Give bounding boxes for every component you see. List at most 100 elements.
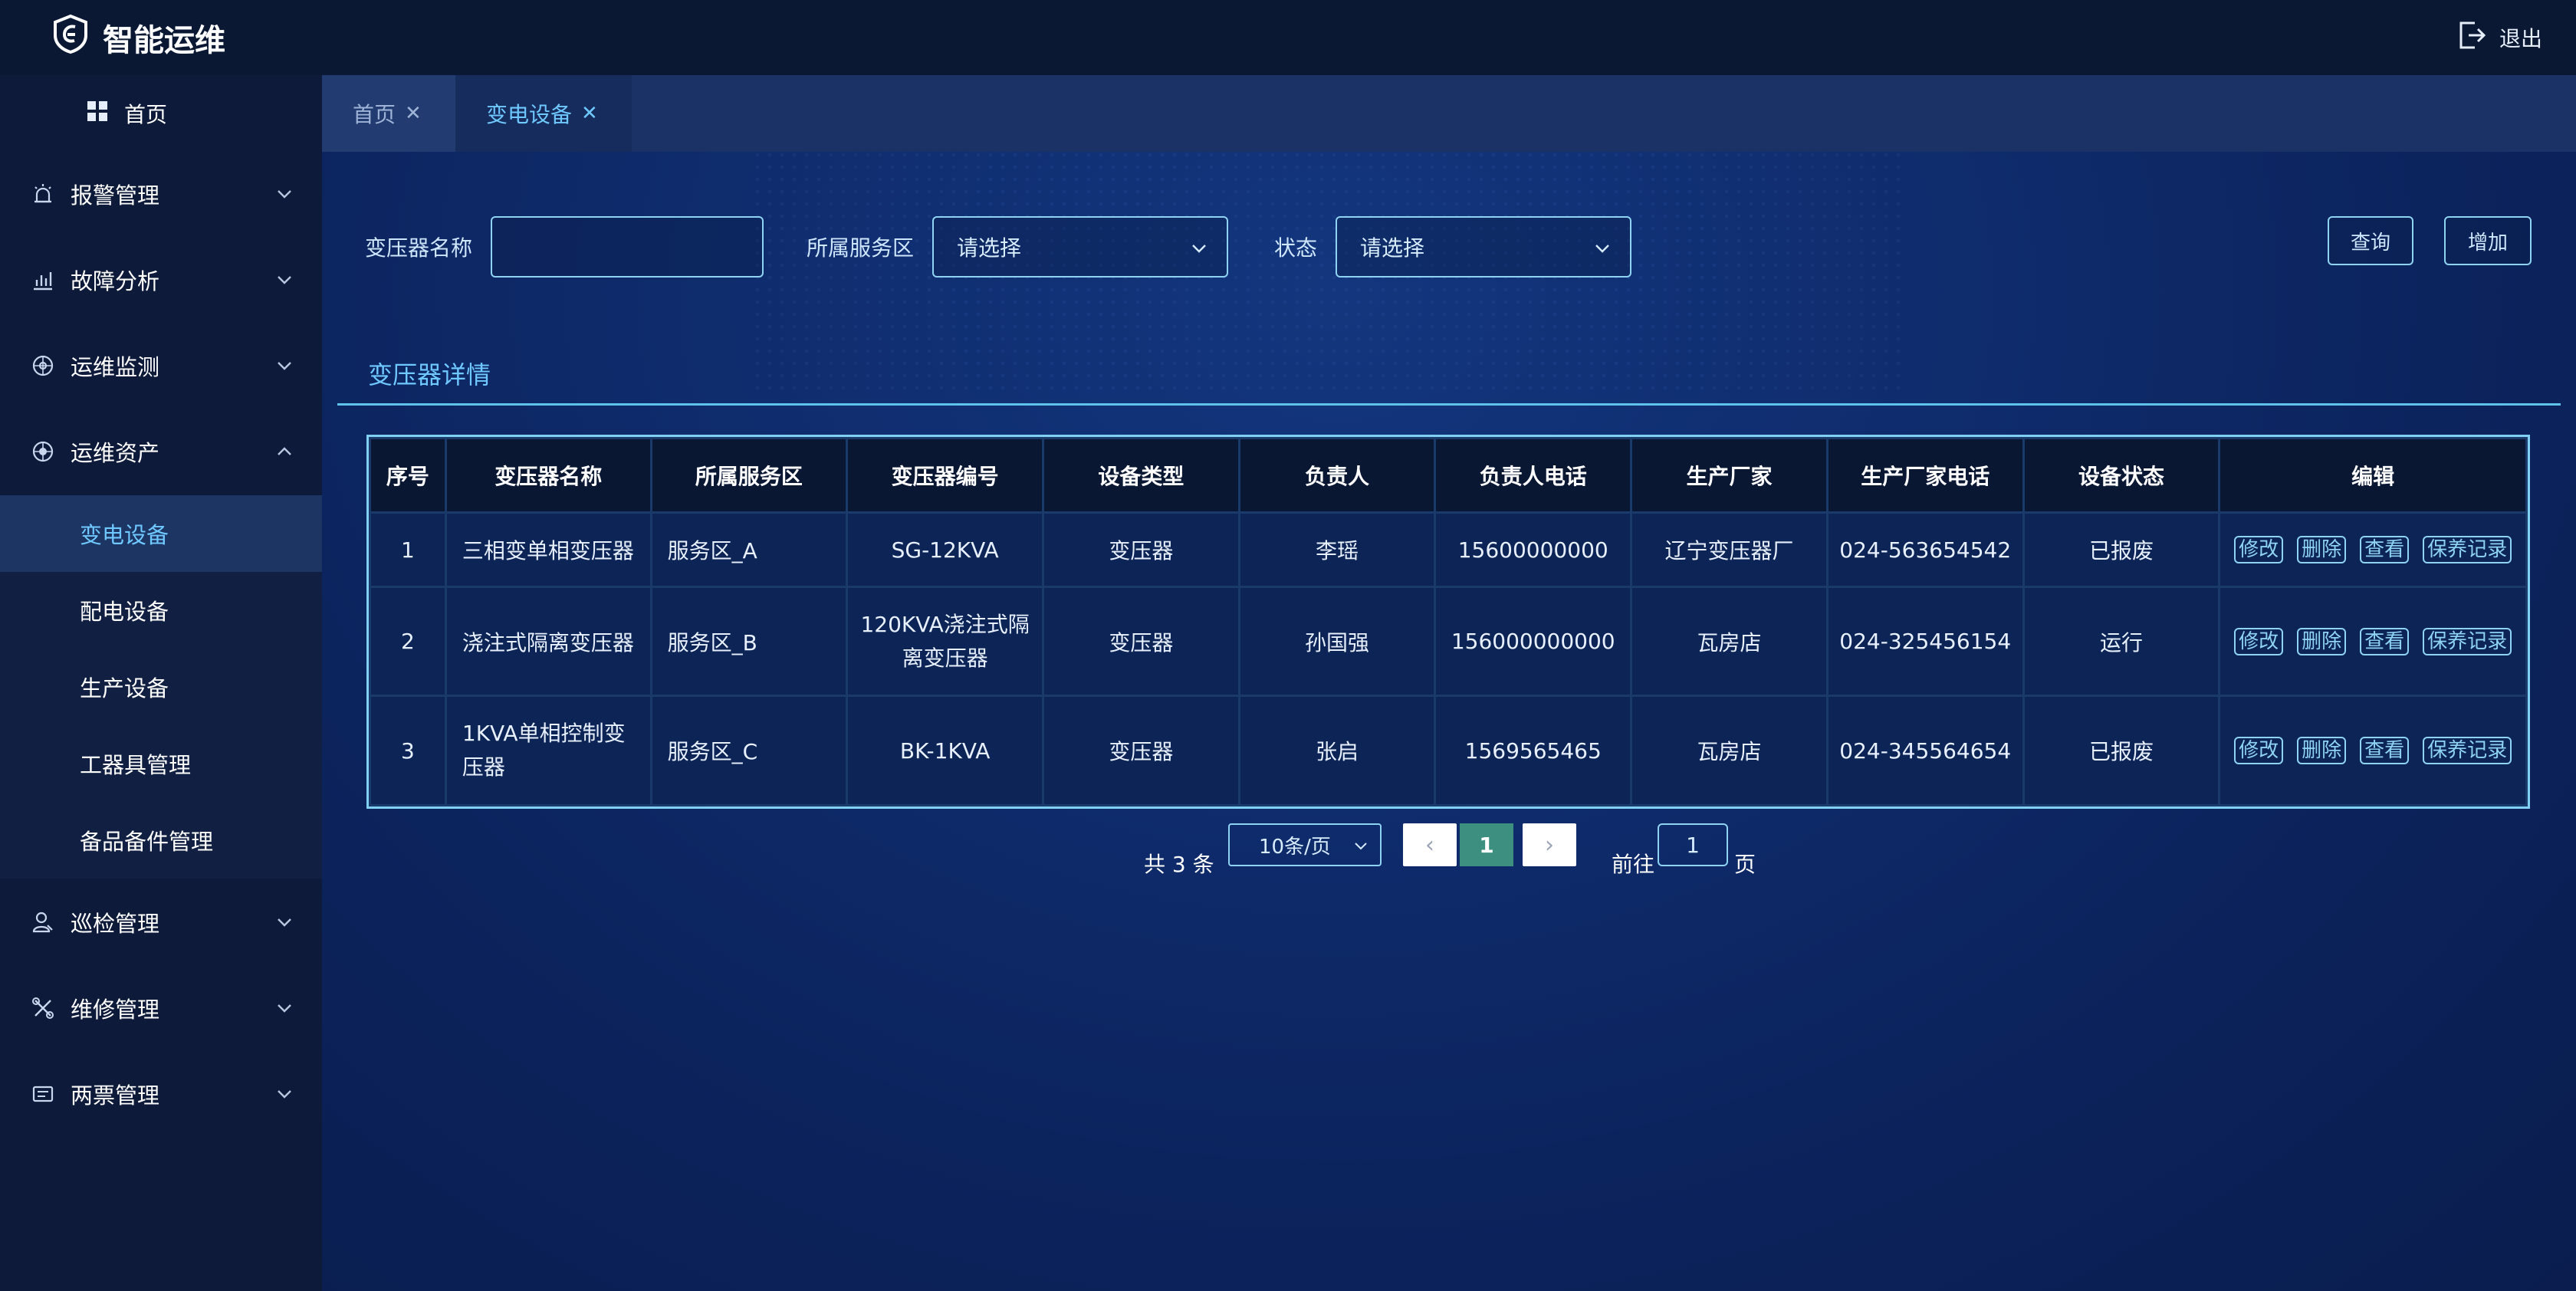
tab-substation[interactable]: 变电设备 ✕ [455, 75, 632, 152]
sidebar-subitem-label: 生产设备 [80, 675, 169, 701]
status-select-value: 请选择 [1360, 235, 1425, 261]
column-header: 设备状态 [2022, 437, 2221, 514]
main-content: 首页 ✕ 变电设备 ✕ 变压器名称 所属服务区 请选择 状态 请选择 查询 增加… [322, 75, 2576, 1291]
area-select-value: 请选择 [957, 235, 1022, 261]
close-icon[interactable]: ✕ [581, 102, 598, 125]
status-select[interactable]: 请选择 [1336, 216, 1631, 278]
add-button[interactable]: 增加 [2444, 216, 2532, 265]
sidebar-subitem-distribution[interactable]: 配电设备 [0, 572, 322, 649]
view-button[interactable]: 查看 [2360, 627, 2410, 655]
ticket-icon [32, 1086, 54, 1102]
sidebar-item-label: 运维监测 [71, 354, 160, 380]
view-button[interactable]: 查看 [2360, 737, 2410, 764]
table-cell: 孙国强 [1237, 586, 1437, 697]
delete-button[interactable]: 删除 [2297, 737, 2347, 764]
tab-label: 变电设备 [486, 102, 573, 127]
table-cell: 024-563654542 [1825, 511, 2025, 588]
table-cell: 运行 [2022, 586, 2221, 697]
table-cell: 024-345564654 [1825, 695, 2025, 806]
query-button[interactable]: 查询 [2328, 216, 2413, 265]
actions-cell: 修改 删除 查看 保养记录 [2218, 586, 2528, 697]
table-row: 2 浇注式隔离变压器 服务区_B 120KVA浇注式隔离变压器 变压器 孙国强 … [369, 586, 2528, 697]
tab-home[interactable]: 首页 ✕ [322, 75, 455, 152]
table-cell: 张启 [1237, 695, 1437, 806]
table-cell: 变压器 [1042, 586, 1240, 697]
sidebar-item-monitor[interactable]: 运维监测 [0, 324, 322, 408]
sidebar-subitem-production[interactable]: 生产设备 [0, 649, 322, 725]
chevron-down-icon [278, 918, 291, 927]
sidebar-item-label: 两票管理 [71, 1082, 160, 1109]
sidebar-item-label: 首页 [124, 102, 168, 127]
name-input[interactable] [491, 216, 764, 278]
table-cell: 已报废 [2022, 695, 2221, 806]
sidebar-item-inspection[interactable]: 巡检管理 [0, 880, 322, 964]
sidebar-item-tickets[interactable]: 两票管理 [0, 1052, 322, 1136]
page-size-select[interactable]: 10条/页 [1228, 823, 1382, 866]
alarm-icon [34, 184, 51, 203]
chevron-down-icon [1595, 245, 1609, 253]
close-icon[interactable]: ✕ [405, 102, 422, 125]
sidebar-subitem-label: 工器具管理 [80, 752, 192, 778]
sidebar-subitem-tools[interactable]: 工器具管理 [0, 725, 322, 802]
sidebar-subitem-spare-parts[interactable]: 备品备件管理 [0, 802, 322, 879]
edit-button[interactable]: 修改 [2234, 627, 2284, 655]
sidebar-item-label: 报警管理 [71, 182, 160, 209]
logout-icon [2455, 18, 2489, 57]
sidebar-subitem-label: 备品备件管理 [80, 829, 214, 855]
chevron-down-icon [1192, 245, 1206, 253]
page-size-value: 10条/页 [1259, 835, 1331, 859]
chevron-right-icon: › [1545, 831, 1554, 859]
delete-button[interactable]: 删除 [2297, 536, 2347, 563]
maintenance-record-button[interactable]: 保养记录 [2423, 737, 2512, 764]
column-header: 负责人电话 [1434, 437, 1633, 514]
top-bar: 智能运维 退出 [0, 0, 2576, 75]
asset-icon [32, 441, 54, 462]
sidebar-subitem-label: 配电设备 [80, 599, 169, 625]
sidebar-item-label: 运维资产 [71, 440, 160, 466]
actions-cell: 修改 删除 查看 保养记录 [2218, 695, 2528, 806]
chevron-up-icon [278, 447, 291, 455]
sidebar-item-alarm[interactable]: 报警管理 [0, 152, 322, 236]
table-cell: 1569565465 [1434, 695, 1633, 806]
table-cell: 辽宁变压器厂 [1630, 511, 1829, 588]
column-header: 生产厂家电话 [1825, 437, 2025, 514]
edit-button[interactable]: 修改 [2234, 737, 2284, 764]
chevron-down-icon [278, 362, 291, 370]
table-cell: 服务区_C [649, 695, 849, 806]
sidebar-item-repair[interactable]: 维修管理 [0, 966, 322, 1050]
chevron-down-icon [1355, 843, 1367, 850]
maintenance-record-button[interactable]: 保养记录 [2423, 627, 2512, 655]
actions-cell: 修改 删除 查看 保养记录 [2218, 511, 2528, 588]
column-header: 序号 [369, 437, 447, 514]
assets-submenu: 变电设备 配电设备 生产设备 工器具管理 备品备件管理 [0, 495, 322, 879]
area-select[interactable]: 请选择 [932, 216, 1228, 278]
table-row: 1 三相变单相变压器 服务区_A SG-12KVA 变压器 李瑶 1560000… [369, 511, 2528, 588]
page-number-button[interactable]: 1 [1460, 823, 1513, 866]
view-button[interactable]: 查看 [2360, 536, 2410, 563]
next-page-button[interactable]: › [1523, 823, 1576, 866]
column-header: 负责人 [1237, 437, 1437, 514]
sidebar-item-fault[interactable]: 故障分析 [0, 238, 322, 322]
sidebar-item-home[interactable]: 首页 [0, 75, 322, 152]
edit-button[interactable]: 修改 [2234, 536, 2284, 563]
prev-page-button[interactable]: ‹ [1403, 823, 1457, 866]
grid-icon [86, 100, 109, 128]
tab-label: 首页 [353, 102, 396, 127]
table-cell: 024-325456154 [1825, 586, 2025, 697]
sidebar-item-label: 故障分析 [71, 268, 160, 294]
table-cell: 浇注式隔离变压器 [444, 586, 652, 697]
table-cell: 156000000000 [1434, 586, 1633, 697]
logo-icon [52, 14, 89, 61]
logout-button[interactable]: 退出 [2455, 20, 2542, 55]
delete-button[interactable]: 删除 [2297, 627, 2347, 655]
maintenance-record-button[interactable]: 保养记录 [2423, 536, 2512, 563]
brand: 智能运维 [52, 14, 225, 61]
sidebar-item-assets[interactable]: 运维资产 [0, 409, 322, 494]
section-title: 变压器详情 [368, 360, 491, 389]
goto-page-input[interactable]: 1 [1658, 823, 1728, 866]
chevron-down-icon [278, 276, 291, 284]
table-cell: 三相变单相变压器 [444, 511, 652, 588]
chevron-down-icon [278, 1004, 291, 1013]
sidebar: 首页 报警管理 故障分析 运维监测 运维资产 变电设备 配电设备 生产设备 工器… [0, 75, 322, 1291]
sidebar-subitem-substation[interactable]: 变电设备 [0, 495, 322, 572]
